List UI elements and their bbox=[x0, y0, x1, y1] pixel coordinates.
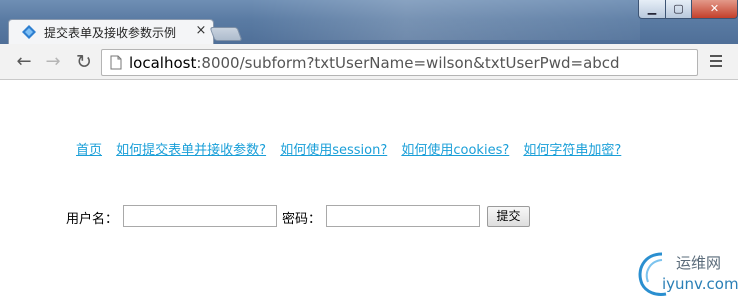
submit-button[interactable]: 提交 bbox=[487, 206, 530, 227]
page-content: 首页 如何提交表单并接收参数? 如何使用session? 如何使用cookies… bbox=[0, 81, 738, 298]
minimize-button[interactable]: ▁ bbox=[638, 0, 666, 19]
browser-toolbar: ← → ↻ localhost:8000/subform?txtUserName… bbox=[0, 44, 738, 80]
tab-title: 提交表单及接收参数示例 bbox=[44, 26, 177, 40]
link-session[interactable]: 如何使用session? bbox=[280, 143, 387, 158]
menu-hamburger-icon[interactable] bbox=[706, 52, 726, 72]
back-arrow-icon[interactable]: ← bbox=[12, 50, 36, 74]
maximize-button[interactable]: ▢ bbox=[665, 0, 692, 19]
reload-icon[interactable]: ↻ bbox=[72, 50, 96, 74]
link-encrypt[interactable]: 如何字符串加密? bbox=[523, 143, 621, 158]
username-label: 用户名： bbox=[66, 212, 119, 227]
favicon-diamond-icon bbox=[22, 25, 36, 39]
url-text[interactable]: localhost:8000/subform?txtUserName=wilso… bbox=[129, 54, 689, 72]
link-cookies[interactable]: 如何使用cookies? bbox=[401, 143, 509, 158]
url-host: localhost bbox=[129, 54, 197, 72]
page-nav-links: 首页 如何提交表单并接收参数? 如何使用session? 如何使用cookies… bbox=[76, 139, 631, 158]
browser-tab[interactable]: 提交表单及接收参数示例 × bbox=[8, 19, 214, 44]
watermark-en-text: iyunv.com bbox=[662, 275, 738, 293]
address-bar[interactable]: localhost:8000/subform?txtUserName=wilso… bbox=[101, 49, 698, 76]
titlebar-glare bbox=[250, 0, 640, 40]
username-input[interactable] bbox=[123, 205, 277, 227]
url-path: :8000/subform?txtUserName=wilson&txtUser… bbox=[196, 54, 620, 72]
site-watermark: 运维网 iyunv.com bbox=[632, 248, 738, 298]
tab-close-icon[interactable]: × bbox=[193, 23, 209, 39]
password-label: 密码： bbox=[282, 212, 322, 227]
password-input[interactable] bbox=[326, 205, 480, 227]
link-home[interactable]: 首页 bbox=[76, 143, 102, 158]
close-window-button[interactable]: ✕ bbox=[691, 0, 738, 19]
new-tab-button[interactable] bbox=[209, 27, 243, 41]
watermark-cn-text: 运维网 bbox=[676, 254, 722, 272]
link-submit-form[interactable]: 如何提交表单并接收参数? bbox=[116, 143, 266, 158]
page-document-icon bbox=[110, 55, 122, 70]
forward-arrow-icon[interactable]: → bbox=[41, 50, 65, 74]
window-titlebar: 提交表单及接收参数示例 × ▁ ▢ ✕ bbox=[0, 0, 738, 44]
